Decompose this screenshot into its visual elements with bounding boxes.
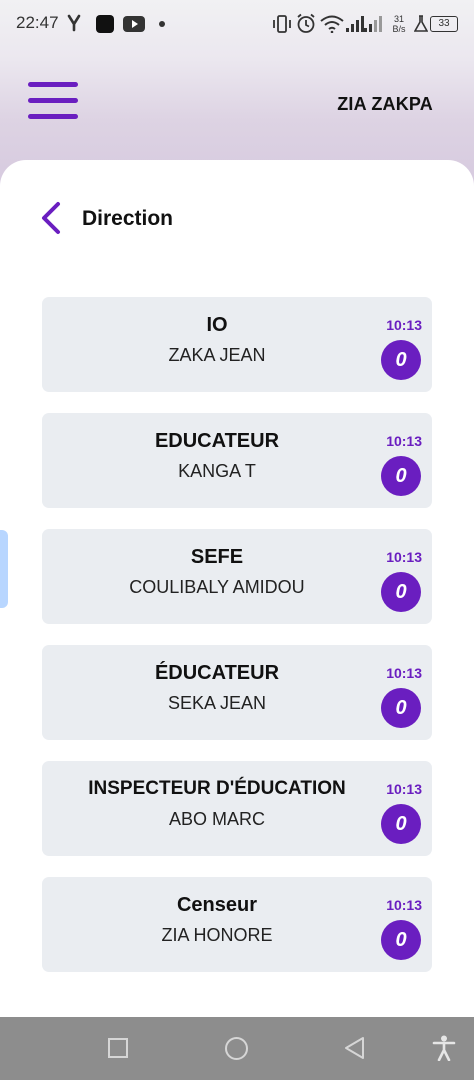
app-notification-icon — [96, 15, 114, 33]
flask-icon — [414, 15, 428, 32]
circle-icon[interactable] — [224, 1036, 249, 1061]
contact-card[interactable]: EDUCATEUR KANGA T 10:13 0 — [42, 413, 432, 508]
contact-card[interactable]: INSPECTEUR D'ÉDUCATION ABO MARC 10:13 0 — [42, 761, 432, 856]
unread-count-badge: 0 — [381, 572, 421, 612]
contact-card[interactable]: Censeur ZIA HONORE 10:13 0 — [42, 877, 432, 972]
vibrate-icon — [273, 15, 291, 33]
status-time: 22:47 — [16, 13, 59, 32]
contact-role: Censeur — [176, 894, 258, 916]
signal-icon-2 — [364, 16, 382, 32]
contact-role: SEFE — [190, 546, 244, 568]
unread-count-badge: 0 — [381, 804, 421, 844]
network-speed-unit: B/s — [392, 24, 406, 34]
contact-name: ABO MARC — [168, 809, 265, 829]
unread-count-badge: 0 — [381, 340, 421, 380]
contact-card[interactable]: ÉDUCATEUR SEKA JEAN 10:13 0 — [42, 645, 432, 740]
battery-icon: 33 — [430, 16, 458, 32]
triangle-back-icon[interactable] — [343, 1036, 367, 1060]
message-time: 10:13 — [386, 433, 422, 449]
contact-name: COULIBALY AMIDOU — [129, 577, 305, 597]
signal-icon-1 — [346, 16, 364, 32]
battery-level: 33 — [438, 18, 450, 29]
alarm-icon — [297, 13, 315, 33]
network-speed: 31 B/s — [389, 14, 409, 34]
unread-count-badge: 0 — [381, 688, 421, 728]
message-time: 10:13 — [386, 665, 422, 681]
square-icon[interactable] — [107, 1037, 129, 1059]
more-notifications-icon — [159, 21, 165, 27]
yango-notification-icon — [67, 14, 81, 32]
message-time: 10:13 — [386, 781, 422, 797]
contact-role: EDUCATEUR — [154, 430, 280, 452]
page-title: Direction — [82, 207, 174, 230]
contact-card[interactable]: IO ZAKA JEAN 10:13 0 — [42, 297, 432, 392]
contact-role: ÉDUCATEUR — [154, 662, 280, 684]
message-time: 10:13 — [386, 897, 422, 913]
wifi-icon — [320, 15, 344, 33]
contact-name: ZAKA JEAN — [168, 345, 266, 365]
contact-role: IO — [206, 314, 228, 336]
contact-role: INSPECTEUR D'ÉDUCATION — [88, 778, 346, 799]
contact-name: KANGA T — [178, 461, 256, 481]
unread-count-badge: 0 — [381, 920, 421, 960]
contact-name: SEKA JEAN — [167, 693, 267, 713]
side-drawer-handle[interactable] — [0, 530, 8, 608]
hamburger-menu-icon[interactable] — [28, 82, 80, 120]
status-bar: 22:47 31 B/s 33 — [0, 0, 474, 48]
chevron-left-icon[interactable] — [36, 200, 68, 236]
message-time: 10:13 — [386, 549, 422, 565]
network-speed-value: 31 — [393, 14, 404, 24]
unread-count-badge: 0 — [381, 456, 421, 496]
accessibility-icon[interactable] — [432, 1035, 456, 1061]
app-header: ZIA ZAKPA — [0, 48, 474, 160]
content-panel: Direction IO ZAKA JEAN 10:13 0 EDUCATEUR… — [0, 160, 474, 1017]
contact-card[interactable]: SEFE COULIBALY AMIDOU 10:13 0 — [42, 529, 432, 624]
system-nav-bar — [0, 1017, 474, 1080]
youtube-notification-icon — [123, 16, 145, 32]
user-name: ZIA ZAKPA — [337, 94, 433, 114]
contact-name: ZIA HONORE — [161, 925, 273, 945]
message-time: 10:13 — [386, 317, 422, 333]
